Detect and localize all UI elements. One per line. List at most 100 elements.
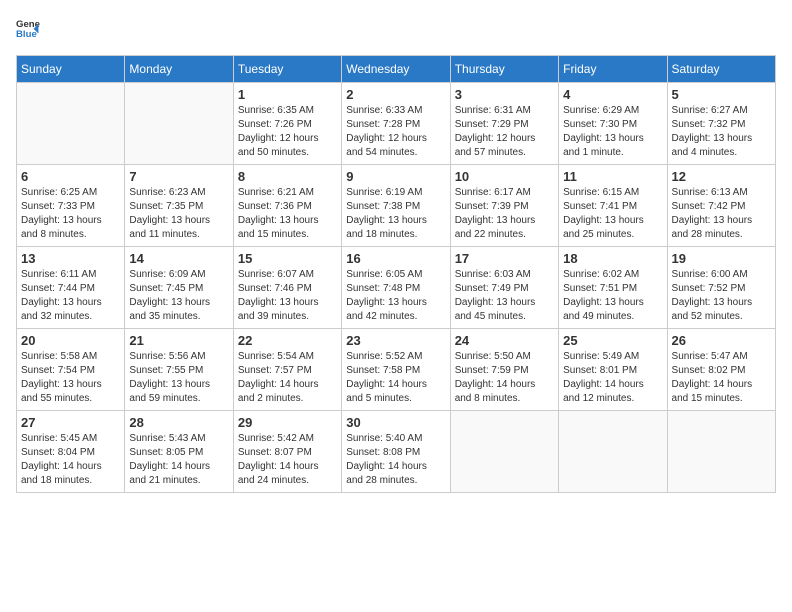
calendar-cell: 20 Sunrise: 5:58 AM Sunset: 7:54 PM Dayli… — [17, 329, 125, 411]
day-info: Sunrise: 5:56 AM Sunset: 7:55 PM Dayligh… — [129, 350, 228, 406]
day-number: 18 — [563, 251, 662, 266]
calendar-cell: 11 Sunrise: 6:15 AM Sunset: 7:41 PM Dayli… — [559, 165, 667, 247]
calendar-cell: 27 Sunrise: 5:45 AM Sunset: 8:04 PM Dayli… — [17, 411, 125, 493]
day-info: Sunrise: 6:31 AM Sunset: 7:29 PM Dayligh… — [455, 104, 554, 160]
day-number: 21 — [129, 333, 228, 348]
calendar-cell: 7 Sunrise: 6:23 AM Sunset: 7:35 PM Daylig… — [125, 165, 233, 247]
day-info: Sunrise: 5:52 AM Sunset: 7:58 PM Dayligh… — [346, 350, 445, 406]
day-number: 5 — [672, 87, 771, 102]
calendar-cell: 13Sunrise: 6:11 AM Sunset: 7:44 PM Dayli… — [17, 247, 125, 329]
day-info: Sunrise: 6:35 AM Sunset: 7:26 PM Dayligh… — [238, 104, 337, 160]
calendar-cell: 17Sunrise: 6:03 AM Sunset: 7:49 PM Dayli… — [450, 247, 558, 329]
calendar-header-thursday: Thursday — [450, 56, 558, 83]
day-number: 8 — [238, 169, 337, 184]
day-number: 1 — [238, 87, 337, 102]
day-info: Sunrise: 5:50 AM Sunset: 7:59 PM Dayligh… — [455, 350, 554, 406]
day-number: 26 — [672, 333, 771, 348]
day-number: 24 — [455, 333, 554, 348]
calendar-cell: 8 Sunrise: 6:21 AM Sunset: 7:36 PM Daylig… — [233, 165, 341, 247]
day-info: Sunrise: 6:17 AM Sunset: 7:39 PM Dayligh… — [455, 186, 554, 242]
calendar-cell: 16Sunrise: 6:05 AM Sunset: 7:48 PM Dayli… — [342, 247, 450, 329]
calendar-cell: 2Sunrise: 6:33 AM Sunset: 7:28 PM Daylig… — [342, 83, 450, 165]
day-number: 20 — [21, 333, 120, 348]
day-number: 4 — [563, 87, 662, 102]
day-info: Sunrise: 6:27 AM Sunset: 7:32 PM Dayligh… — [672, 104, 771, 160]
day-number: 22 — [238, 333, 337, 348]
day-number: 15 — [238, 251, 337, 266]
day-info: Sunrise: 6:00 AM Sunset: 7:52 PM Dayligh… — [672, 268, 771, 324]
calendar-cell: 12 Sunrise: 6:13 AM Sunset: 7:42 PM Dayli… — [667, 165, 775, 247]
calendar-cell: 25 Sunrise: 5:49 AM Sunset: 8:01 PM Dayli… — [559, 329, 667, 411]
calendar: SundayMondayTuesdayWednesdayThursdayFrid… — [16, 55, 776, 493]
svg-text:Blue: Blue — [16, 29, 37, 40]
day-info: Sunrise: 6:03 AM Sunset: 7:49 PM Dayligh… — [455, 268, 554, 324]
day-info: Sunrise: 6:15 AM Sunset: 7:41 PM Dayligh… — [563, 186, 662, 242]
day-info: Sunrise: 5:40 AM Sunset: 8:08 PM Dayligh… — [346, 432, 445, 488]
calendar-cell — [125, 83, 233, 165]
calendar-header-wednesday: Wednesday — [342, 56, 450, 83]
day-info: Sunrise: 5:58 AM Sunset: 7:54 PM Dayligh… — [21, 350, 120, 406]
day-number: 23 — [346, 333, 445, 348]
calendar-cell: 9 Sunrise: 6:19 AM Sunset: 7:38 PM Daylig… — [342, 165, 450, 247]
day-info: Sunrise: 5:45 AM Sunset: 8:04 PM Dayligh… — [21, 432, 120, 488]
day-info: Sunrise: 6:13 AM Sunset: 7:42 PM Dayligh… — [672, 186, 771, 242]
calendar-cell: 23 Sunrise: 5:52 AM Sunset: 7:58 PM Dayli… — [342, 329, 450, 411]
day-number: 13 — [21, 251, 120, 266]
day-info: Sunrise: 6:33 AM Sunset: 7:28 PM Dayligh… — [346, 104, 445, 160]
day-number: 12 — [672, 169, 771, 184]
calendar-cell: 29 Sunrise: 5:42 AM Sunset: 8:07 PM Dayli… — [233, 411, 341, 493]
day-info: Sunrise: 5:42 AM Sunset: 8:07 PM Dayligh… — [238, 432, 337, 488]
calendar-cell: 14 Sunrise: 6:09 AM Sunset: 7:45 PM Dayli… — [125, 247, 233, 329]
day-number: 9 — [346, 169, 445, 184]
calendar-cell: 21 Sunrise: 5:56 AM Sunset: 7:55 PM Dayli… — [125, 329, 233, 411]
day-number: 16 — [346, 251, 445, 266]
calendar-header-row: SundayMondayTuesdayWednesdayThursdayFrid… — [17, 56, 776, 83]
calendar-header-tuesday: Tuesday — [233, 56, 341, 83]
calendar-week-row: 27 Sunrise: 5:45 AM Sunset: 8:04 PM Dayli… — [17, 411, 776, 493]
calendar-cell: 3 Sunrise: 6:31 AM Sunset: 7:29 PM Daylig… — [450, 83, 558, 165]
day-number: 29 — [238, 415, 337, 430]
calendar-cell: 18Sunrise: 6:02 AM Sunset: 7:51 PM Dayli… — [559, 247, 667, 329]
day-number: 27 — [21, 415, 120, 430]
day-number: 6 — [21, 169, 120, 184]
calendar-week-row: 20 Sunrise: 5:58 AM Sunset: 7:54 PM Dayli… — [17, 329, 776, 411]
calendar-cell: 5 Sunrise: 6:27 AM Sunset: 7:32 PM Daylig… — [667, 83, 775, 165]
day-info: Sunrise: 6:21 AM Sunset: 7:36 PM Dayligh… — [238, 186, 337, 242]
calendar-cell: 4Sunrise: 6:29 AM Sunset: 7:30 PM Daylig… — [559, 83, 667, 165]
day-number: 25 — [563, 333, 662, 348]
calendar-cell — [667, 411, 775, 493]
logo: General Blue — [16, 16, 44, 45]
day-info: Sunrise: 6:23 AM Sunset: 7:35 PM Dayligh… — [129, 186, 228, 242]
day-info: Sunrise: 5:54 AM Sunset: 7:57 PM Dayligh… — [238, 350, 337, 406]
calendar-cell: 19 Sunrise: 6:00 AM Sunset: 7:52 PM Dayli… — [667, 247, 775, 329]
calendar-cell: 22 Sunrise: 5:54 AM Sunset: 7:57 PM Dayli… — [233, 329, 341, 411]
day-number: 14 — [129, 251, 228, 266]
calendar-cell: 26 Sunrise: 5:47 AM Sunset: 8:02 PM Dayli… — [667, 329, 775, 411]
calendar-cell: 6 Sunrise: 6:25 AM Sunset: 7:33 PM Daylig… — [17, 165, 125, 247]
calendar-header-saturday: Saturday — [667, 56, 775, 83]
day-info: Sunrise: 5:47 AM Sunset: 8:02 PM Dayligh… — [672, 350, 771, 406]
header: General Blue — [16, 16, 776, 45]
day-number: 11 — [563, 169, 662, 184]
day-number: 3 — [455, 87, 554, 102]
day-number: 28 — [129, 415, 228, 430]
day-info: Sunrise: 6:25 AM Sunset: 7:33 PM Dayligh… — [21, 186, 120, 242]
calendar-week-row: 1 Sunrise: 6:35 AM Sunset: 7:26 PM Daylig… — [17, 83, 776, 165]
calendar-cell: 15 Sunrise: 6:07 AM Sunset: 7:46 PM Dayli… — [233, 247, 341, 329]
day-number: 30 — [346, 415, 445, 430]
day-info: Sunrise: 5:43 AM Sunset: 8:05 PM Dayligh… — [129, 432, 228, 488]
day-number: 7 — [129, 169, 228, 184]
day-number: 10 — [455, 169, 554, 184]
calendar-cell — [559, 411, 667, 493]
calendar-cell — [450, 411, 558, 493]
calendar-week-row: 13Sunrise: 6:11 AM Sunset: 7:44 PM Dayli… — [17, 247, 776, 329]
day-info: Sunrise: 6:07 AM Sunset: 7:46 PM Dayligh… — [238, 268, 337, 324]
calendar-header-sunday: Sunday — [17, 56, 125, 83]
day-info: Sunrise: 5:49 AM Sunset: 8:01 PM Dayligh… — [563, 350, 662, 406]
day-number: 19 — [672, 251, 771, 266]
logo-icon: General Blue — [16, 16, 40, 45]
day-info: Sunrise: 6:19 AM Sunset: 7:38 PM Dayligh… — [346, 186, 445, 242]
calendar-cell: 1 Sunrise: 6:35 AM Sunset: 7:26 PM Daylig… — [233, 83, 341, 165]
calendar-cell: 10 Sunrise: 6:17 AM Sunset: 7:39 PM Dayli… — [450, 165, 558, 247]
day-info: Sunrise: 6:09 AM Sunset: 7:45 PM Dayligh… — [129, 268, 228, 324]
